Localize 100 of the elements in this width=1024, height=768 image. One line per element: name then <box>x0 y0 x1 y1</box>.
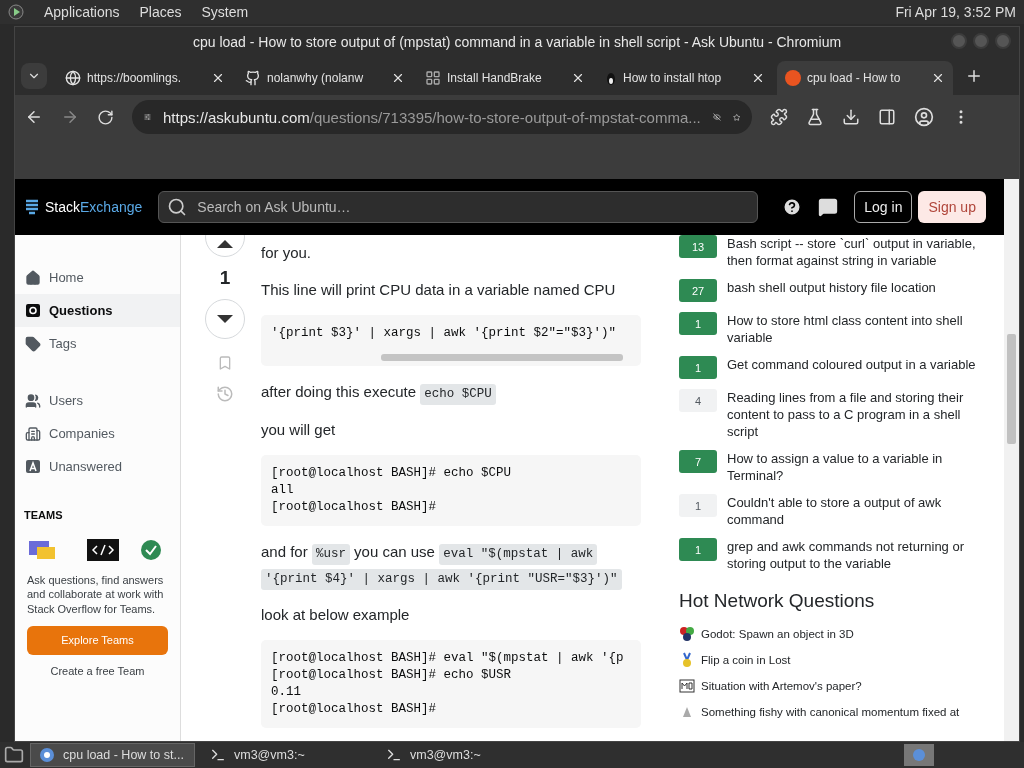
code-line: [root@localhost BASH]# eval "$(mpstat | awk '{p <box>271 649 624 667</box>
code-line: 0.11 <box>271 683 301 701</box>
new-tab-icon[interactable] <box>965 67 983 85</box>
sidebar-item[interactable]: Users <box>15 384 180 417</box>
up-arrow-icon <box>217 240 233 248</box>
code-line: [root@localhost BASH]# <box>271 498 437 516</box>
clock: Fri Apr 19, 3:52 PM <box>895 4 1016 20</box>
browser-tab[interactable]: cpu load - How to <box>777 61 953 95</box>
inline-code: %usr <box>311 543 350 565</box>
code-line: [root@localhost BASH]# echo $CPU <box>271 464 512 482</box>
score-badge: 1 <box>679 356 717 379</box>
hot-question-link[interactable]: Godot: Spawn an object in 3D <box>701 628 854 640</box>
flask-icon[interactable] <box>806 108 824 126</box>
close-icon[interactable] <box>211 71 225 85</box>
reload-icon[interactable] <box>97 108 114 126</box>
inline-code: '{print $4}' | xargs | awk '{print "USR="$3}')" <box>261 568 622 590</box>
inline-code: echo $CPU <box>420 384 496 405</box>
code-line: all <box>271 481 294 499</box>
tab-title: https://boomlings. <box>87 71 183 85</box>
search-field[interactable]: Search on Ask Ubuntu… <box>195 198 750 216</box>
related-question-link[interactable]: bash shell output history file location <box>727 279 936 302</box>
close-icon[interactable] <box>931 71 945 85</box>
related-question-link[interactable]: How to store html class content into shell variable <box>727 312 994 346</box>
browser-tab[interactable]: How to install htop <box>597 61 773 95</box>
site-icon <box>679 678 695 694</box>
tab-title: cpu load - How to <box>807 71 902 85</box>
teams-heading: TEAMS <box>23 509 64 521</box>
score-badge: 7 <box>679 450 717 473</box>
related-question-link[interactable]: How to assign a value to a variable in Terminal? <box>727 450 994 484</box>
tab-search-button[interactable] <box>21 63 47 89</box>
score-badge: 27 <box>679 279 717 302</box>
code-line: [root@localhost BASH]# echo $USR <box>271 666 512 684</box>
sidebar-item[interactable]: Home <box>15 261 180 294</box>
search-bar[interactable]: Search on Ask Ubuntu… <box>158 191 759 223</box>
browser-tab[interactable]: nolanwhy (nolanw <box>237 61 413 95</box>
globe-icon <box>65 70 81 86</box>
sidebar-item[interactable]: Companies <box>15 417 180 450</box>
login-button[interactable]: Log in <box>854 191 913 223</box>
score-badge: 13 <box>679 235 717 258</box>
hot-question-link[interactable]: Something fishy with canonical momentum fixed at <box>701 706 960 718</box>
hot-question-link[interactable]: Flip a coin in Lost <box>701 654 791 666</box>
profile-icon[interactable] <box>914 107 934 127</box>
desktop-icon[interactable] <box>4 745 24 765</box>
close-icon[interactable] <box>391 71 405 85</box>
building-icon <box>25 425 41 442</box>
browser-icon <box>39 747 55 763</box>
browser-tab[interactable]: https://boomlings. <box>57 61 233 95</box>
tab-title: nolanwhy (nolanw <box>267 71 365 85</box>
answer-text: you will get <box>261 420 336 438</box>
tab-title: Install HandBrake <box>447 71 543 85</box>
address-bar[interactable]: https://askubuntu.com/questions/713395/how-to-store-output-of-mpstat-comma... <box>132 100 752 134</box>
taskbar-item[interactable]: vm3@vm3:~ <box>377 743 547 767</box>
vertical-scrollbar[interactable] <box>1004 179 1019 741</box>
extensions-icon[interactable] <box>770 108 788 126</box>
side-panel-icon[interactable] <box>878 108 896 126</box>
related-question-link[interactable]: grep and awk commands not returning or storing output to the variable <box>727 538 994 572</box>
answer-text: and for <box>261 542 309 560</box>
answer-text: This line will print CPU data in a variable named CPU <box>261 281 616 298</box>
site-icon <box>679 626 695 642</box>
related-question-link[interactable]: Couldn't able to store a output of awk command <box>727 494 994 528</box>
sidebar-item[interactable]: Questions <box>15 294 180 327</box>
github-icon <box>245 70 261 86</box>
sidebar-item[interactable]: Unanswered <box>15 450 180 483</box>
back-icon[interactable] <box>25 108 43 126</box>
users-icon <box>25 392 41 409</box>
browser-tab[interactable]: Install HandBrake <box>417 61 593 95</box>
down-arrow-icon <box>217 315 233 323</box>
signup-button[interactable]: Sign up <box>918 191 986 223</box>
taskbar-item[interactable]: vm3@vm3:~ <box>201 743 371 767</box>
related-question-link[interactable]: Bash script -- store `curl` output in variable, then format against string in variable <box>727 235 994 269</box>
close-icon[interactable] <box>751 71 765 85</box>
forward-icon[interactable] <box>61 108 79 126</box>
download-icon[interactable] <box>842 108 860 126</box>
search-icon <box>167 197 188 217</box>
site-logo[interactable]: StackExchange <box>25 199 143 215</box>
downvote-button[interactable] <box>205 299 245 339</box>
section-heading: Hot Network Questions <box>679 590 876 612</box>
chat-icon[interactable] <box>818 197 839 217</box>
tag-icon <box>25 335 41 352</box>
create-team-link[interactable]: Create a free Team <box>15 664 180 677</box>
score-badge: 4 <box>679 389 717 412</box>
help-icon[interactable] <box>782 197 803 217</box>
related-question-link[interactable]: Get command coloured output in a variable <box>727 356 976 379</box>
panel-menu[interactable]: System <box>201 4 249 20</box>
panel-menu[interactable]: Applications <box>44 4 120 20</box>
app-menu-icon[interactable] <box>8 4 24 20</box>
tab-title: How to install htop <box>623 71 723 85</box>
hot-question-link[interactable]: Situation with Artemov's paper? <box>701 680 862 692</box>
score-badge: 1 <box>679 494 717 517</box>
answer-text: you can use <box>353 542 436 560</box>
answer-text: after doing this execute <box>261 383 418 400</box>
sidebar-item[interactable]: Tags <box>15 327 180 360</box>
close-icon[interactable] <box>571 71 585 85</box>
related-question-link[interactable]: Reading lines from a file and storing their content to pass to a C program in a shell script <box>727 389 994 440</box>
inline-code: eval "$(mpstat | awk <box>439 543 598 565</box>
url-host: https://askubuntu.com <box>162 108 310 126</box>
home-icon <box>25 269 41 286</box>
panel-menu[interactable]: Places <box>139 4 182 20</box>
score-badge: 1 <box>679 538 717 561</box>
taskbar-item[interactable]: cpu load - How to st... <box>30 743 195 767</box>
